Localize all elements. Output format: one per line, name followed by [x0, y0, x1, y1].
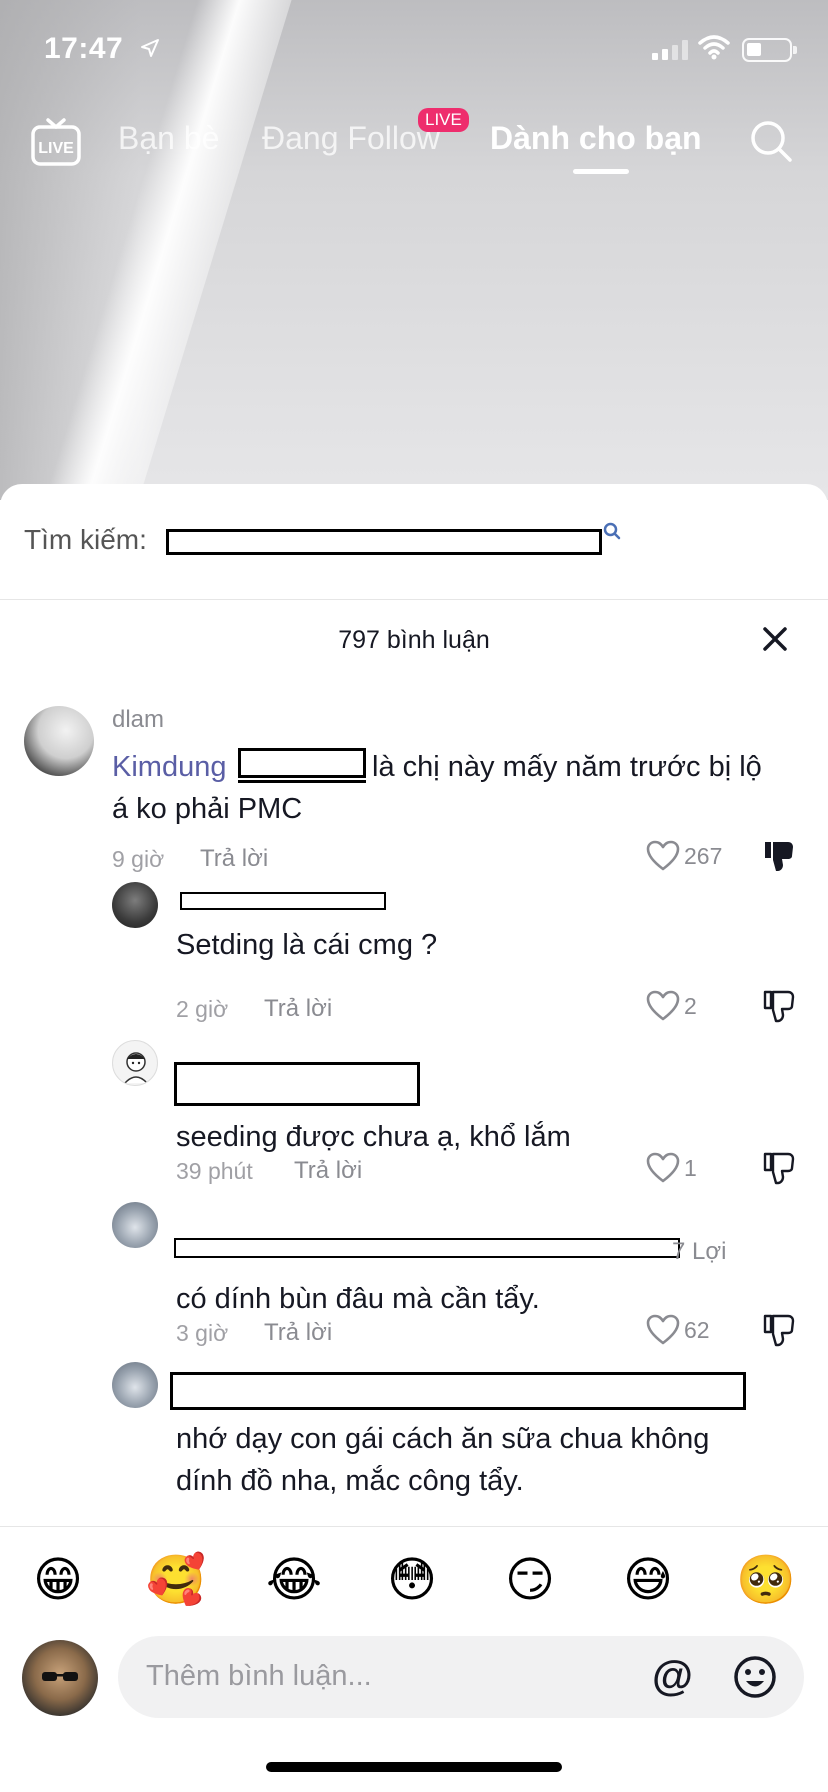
- search-icon[interactable]: [748, 118, 794, 169]
- heart-icon: [646, 1314, 680, 1345]
- comment-time: 3 giờ: [176, 1320, 229, 1346]
- video-background[interactable]: [0, 0, 828, 500]
- live-badge: LIVE: [418, 108, 469, 132]
- emoji-smiling-hearts[interactable]: 🥰: [146, 1553, 206, 1609]
- comment-count: 797 bình luận: [338, 626, 490, 654]
- dislike-icon[interactable]: [762, 1312, 796, 1353]
- wifi-icon: [698, 34, 730, 65]
- avatar[interactable]: [24, 706, 94, 776]
- comment-input[interactable]: Thêm bình luận... @: [118, 1636, 804, 1718]
- reply-button[interactable]: Trả lời: [264, 995, 332, 1023]
- search-label: Tìm kiếm:: [24, 524, 147, 555]
- comment-text: seeding được chưa ạ, khổ lắm: [176, 1121, 571, 1153]
- cellular-signal-icon: [652, 40, 688, 60]
- redacted-username: [180, 892, 386, 910]
- reply-button[interactable]: Trả lời: [200, 845, 268, 873]
- emoji-pleading[interactable]: 🥺: [736, 1553, 796, 1609]
- heart-icon: [646, 990, 680, 1021]
- close-icon[interactable]: [760, 624, 790, 659]
- user-avatar[interactable]: [22, 1640, 98, 1716]
- reply-button[interactable]: Trả lời: [264, 1319, 332, 1347]
- comments-header: 797 bình luận: [0, 614, 828, 664]
- status-time: 17:47: [44, 32, 124, 65]
- comment-text: Setding là cái cmg ?: [176, 929, 438, 961]
- reply-button[interactable]: Trả lời: [294, 1157, 362, 1185]
- comment-composer: Thêm bình luận... @: [0, 1636, 828, 1726]
- comment-username-suffix: 7 Lợi: [672, 1238, 727, 1265]
- comment-time: 9 giờ: [112, 846, 165, 872]
- like-count: 62: [684, 1316, 710, 1343]
- redacted-mention: [238, 748, 366, 778]
- like-button[interactable]: 1: [646, 1152, 697, 1184]
- heart-icon: [646, 840, 680, 871]
- battery-icon: [742, 38, 797, 62]
- like-button[interactable]: 267: [646, 840, 722, 872]
- comment-text: có dính bùn đâu mà cần tẩy.: [176, 1283, 540, 1315]
- avatar[interactable]: [112, 1040, 158, 1086]
- tab-for-you[interactable]: Dành cho bạn: [490, 120, 702, 157]
- dislike-filled-icon[interactable]: [762, 838, 796, 879]
- top-navigation: LIVE Bạn bè Đang Follow LIVE Dành cho bạ…: [0, 108, 828, 180]
- like-button[interactable]: 62: [646, 1314, 710, 1346]
- status-bar: 17:47: [0, 30, 828, 70]
- emoji-tears-of-joy[interactable]: 😂: [264, 1553, 324, 1609]
- tab-following[interactable]: Đang Follow: [262, 120, 440, 157]
- avatar[interactable]: [112, 1202, 158, 1248]
- search-magnifier-icon: [603, 522, 621, 545]
- comment-input-placeholder: Thêm bình luận...: [146, 1660, 372, 1692]
- live-tv-icon[interactable]: LIVE: [30, 116, 82, 173]
- comment-time: 2 giờ: [176, 996, 229, 1022]
- comment-text: nhớ dạy con gái cách ăn sữa chua không: [176, 1423, 710, 1455]
- redacted-username: [170, 1372, 746, 1410]
- tab-friends[interactable]: Bạn bè: [118, 120, 219, 157]
- comment-mention[interactable]: Kimdung: [112, 746, 226, 788]
- like-count: 1: [684, 1154, 697, 1181]
- emoji-grin[interactable]: 😁: [28, 1553, 88, 1609]
- emoji-picker-icon[interactable]: [732, 1654, 778, 1705]
- home-indicator[interactable]: [266, 1762, 562, 1772]
- comment-text: là chị này mấy năm trước bị lộ: [372, 751, 762, 783]
- like-count: 2: [684, 992, 697, 1019]
- emoji-smirk[interactable]: 😏: [500, 1553, 560, 1609]
- emoji-sweat-smile[interactable]: 😅: [618, 1553, 678, 1609]
- related-search-bar[interactable]: Tìm kiếm:: [0, 484, 828, 600]
- mention-at-icon[interactable]: @: [652, 1652, 693, 1700]
- location-arrow-icon: [140, 38, 160, 63]
- comment-username[interactable]: dlam: [112, 706, 164, 734]
- redacted-search-term: [166, 529, 602, 555]
- active-tab-indicator: [573, 169, 629, 174]
- dislike-icon[interactable]: [762, 988, 796, 1029]
- avatar[interactable]: [112, 882, 158, 928]
- like-button[interactable]: 2: [646, 990, 697, 1022]
- redacted-username: [174, 1062, 420, 1106]
- comment-time: 39 phút: [176, 1158, 253, 1184]
- comment-text-line2: dính đồ nha, mắc công tẩy.: [176, 1465, 524, 1497]
- redacted-username: [174, 1238, 680, 1258]
- emoji-quick-bar: 😁 🥰 😂 😳 😏 😅 🥺: [0, 1526, 828, 1636]
- avatar[interactable]: [112, 1362, 158, 1408]
- like-count: 267: [684, 842, 723, 869]
- emoji-flushed[interactable]: 😳: [382, 1553, 442, 1609]
- comment-text-line2: á ko phải PMC: [112, 793, 303, 825]
- dislike-icon[interactable]: [762, 1150, 796, 1191]
- heart-icon: [646, 1152, 680, 1183]
- svg-text:LIVE: LIVE: [38, 140, 74, 157]
